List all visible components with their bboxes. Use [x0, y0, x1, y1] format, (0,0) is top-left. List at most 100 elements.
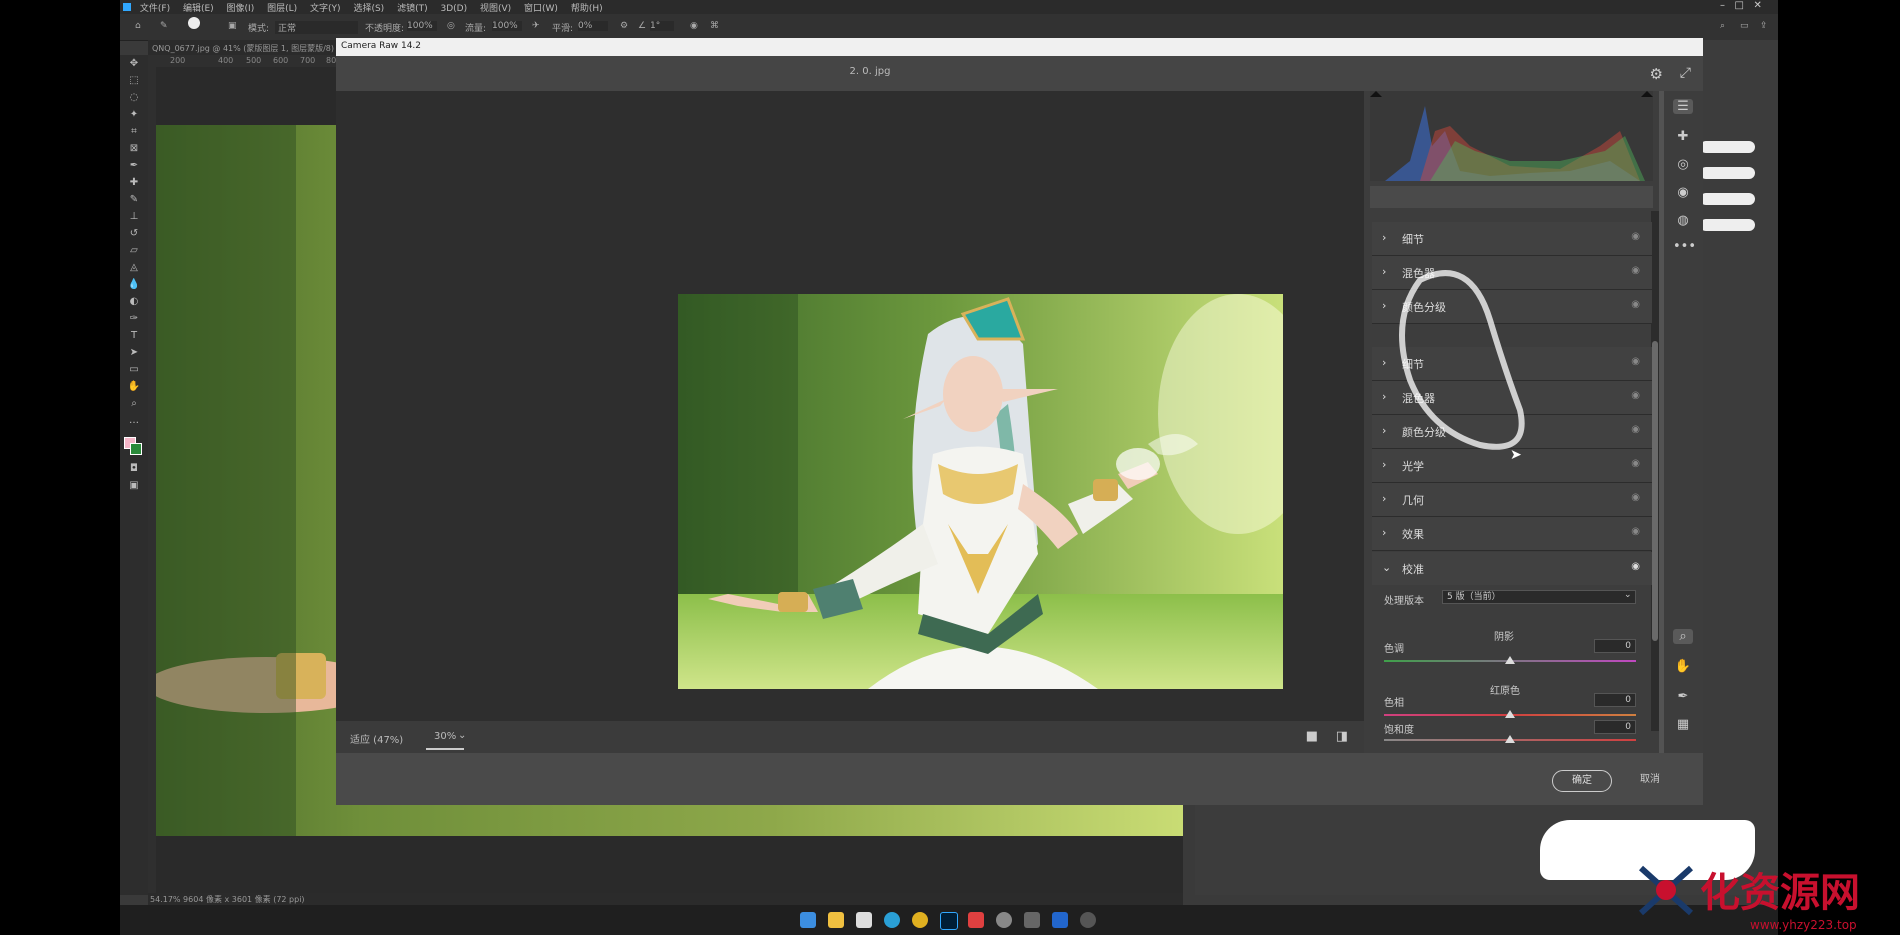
mask-icon[interactable]: ◎ — [1673, 157, 1693, 172]
menu-image[interactable]: 图像(I) — [227, 4, 255, 14]
red-hue-thumb[interactable] — [1505, 710, 1515, 718]
brush-preset[interactable] — [1700, 141, 1755, 153]
pressure-size-icon[interactable]: ◉ — [690, 21, 698, 31]
gear-icon[interactable]: ⚙ — [620, 21, 628, 31]
airbrush-icon[interactable]: ✈ — [532, 21, 540, 31]
move-tool-icon[interactable]: ✥ — [125, 58, 143, 72]
brush-tool-icon[interactable]: ✎ — [160, 21, 168, 31]
edge-icon[interactable] — [884, 912, 900, 928]
presets-icon[interactable]: ◍ — [1673, 213, 1693, 228]
brush-tool-side-icon[interactable]: ✎ — [125, 194, 143, 208]
ok-button[interactable]: 确定 — [1552, 770, 1612, 792]
red-saturation-input[interactable]: 0 — [1594, 720, 1636, 734]
smooth-input[interactable]: 0% — [578, 21, 608, 31]
shadow-tint-input[interactable]: 0 — [1594, 639, 1636, 653]
more-options-icon[interactable]: ••• — [1673, 239, 1696, 254]
brush-panel-icon[interactable]: ▣ — [228, 21, 237, 31]
pen-tool-icon[interactable]: ✑ — [125, 313, 143, 327]
section-detail[interactable]: › 细节 ◉ — [1372, 222, 1652, 256]
eye-icon[interactable]: ◉ — [1631, 299, 1640, 310]
eye-icon[interactable]: ◉ — [1631, 356, 1640, 367]
eye-icon[interactable]: ◉ — [1631, 231, 1640, 242]
blur-tool-icon[interactable]: 💧 — [125, 279, 143, 293]
section-calibration[interactable]: ⌄ 校准 ◉ — [1372, 552, 1652, 585]
red-hue-input[interactable]: 0 — [1594, 693, 1636, 707]
dodge-tool-icon[interactable]: ◐ — [125, 296, 143, 310]
search-icon[interactable]: ⌕ — [1720, 21, 1725, 31]
menu-file[interactable]: 文件(F) — [140, 4, 170, 14]
menu-select[interactable]: 选择(S) — [353, 4, 384, 14]
brush-preset[interactable] — [1700, 219, 1755, 231]
mode-select[interactable]: 正常 — [275, 21, 358, 34]
opacity-input[interactable]: 100% — [407, 21, 437, 31]
app-icon[interactable] — [1052, 912, 1068, 928]
screen-mode-icon[interactable]: ▣ — [125, 480, 143, 494]
frame-tool-icon[interactable]: ⊠ — [125, 143, 143, 157]
process-version-select[interactable]: 5 版（当前） — [1442, 590, 1636, 604]
shape-tool-icon[interactable]: ▭ — [125, 364, 143, 378]
workspace-icon[interactable]: ▭ — [1740, 21, 1749, 31]
app-icon[interactable] — [996, 912, 1012, 928]
minimize-icon[interactable]: – — [1720, 0, 1725, 11]
edit-sliders-icon[interactable]: ☰ — [1673, 99, 1693, 114]
background-color-swatch[interactable] — [130, 443, 142, 455]
color-sampler-icon[interactable]: ✒ — [1673, 689, 1693, 704]
app-icon[interactable] — [1080, 912, 1096, 928]
panel-scroll-thumb[interactable] — [1652, 341, 1658, 641]
path-select-icon[interactable]: ➤ — [125, 347, 143, 361]
start-icon[interactable] — [800, 912, 816, 928]
hand-icon[interactable]: ✋ — [1673, 659, 1693, 674]
eye-icon[interactable]: ◉ — [1631, 492, 1640, 503]
flow-input[interactable]: 100% — [492, 21, 522, 31]
menu-type[interactable]: 文字(Y) — [310, 4, 341, 14]
settings-gear-icon[interactable]: ⚙ — [1650, 65, 1663, 83]
menu-3d[interactable]: 3D(D) — [440, 4, 467, 14]
pressure-opacity-icon[interactable]: ◎ — [447, 21, 455, 31]
section-effects[interactable]: › 效果 ◉ — [1372, 517, 1652, 551]
eye-icon[interactable]: ◉ — [1631, 526, 1640, 537]
menu-edit[interactable]: 编辑(E) — [183, 4, 214, 14]
section-geometry[interactable]: › 几何 ◉ — [1372, 483, 1652, 517]
eye-icon[interactable]: ◉ — [1631, 561, 1640, 572]
notepad-icon[interactable] — [856, 912, 872, 928]
symmetry-icon[interactable]: ⌘ — [710, 21, 719, 31]
photoshop-taskbar-icon[interactable] — [940, 912, 958, 930]
grid-icon[interactable]: ▦ — [1673, 717, 1693, 732]
close-icon[interactable]: ✕ — [1754, 0, 1762, 11]
menu-window[interactable]: 窗口(W) — [524, 4, 558, 14]
red-saturation-thumb[interactable] — [1505, 735, 1515, 743]
eye-icon[interactable]: ◉ — [1631, 390, 1640, 401]
quick-mask-icon[interactable]: ◘ — [125, 463, 143, 477]
crop-tool-icon[interactable]: ⌗ — [125, 126, 143, 140]
menu-view[interactable]: 视图(V) — [480, 4, 511, 14]
lasso-tool-icon[interactable]: ◌ — [125, 92, 143, 106]
menu-layer[interactable]: 图层(L) — [267, 4, 297, 14]
preview-image[interactable] — [678, 294, 1283, 689]
zoom-icon[interactable]: ⌕ — [1673, 629, 1693, 644]
zoom-tool-icon[interactable]: ⌕ — [125, 398, 143, 412]
angle-input[interactable]: 1° — [650, 21, 674, 31]
bucket-tool-icon[interactable]: ◬ — [125, 262, 143, 276]
eraser-tool-icon[interactable]: ▱ — [125, 245, 143, 259]
menu-help[interactable]: 帮助(H) — [571, 4, 603, 14]
app-icon[interactable] — [968, 912, 984, 928]
cancel-button[interactable]: 取消 — [1640, 770, 1660, 790]
marquee-tool-icon[interactable]: ⬚ — [125, 75, 143, 89]
before-after-icon[interactable]: ◨ — [1336, 729, 1348, 744]
chrome-icon[interactable] — [912, 912, 928, 928]
brush-preview-icon[interactable] — [188, 17, 200, 29]
eyedropper-icon[interactable]: ✒ — [125, 160, 143, 174]
eye-icon[interactable]: ◉ — [1631, 458, 1640, 469]
single-view-icon[interactable]: ■ — [1306, 729, 1318, 744]
more-tools-icon[interactable]: … — [125, 415, 143, 429]
hand-tool-icon[interactable]: ✋ — [125, 381, 143, 395]
brush-preset[interactable] — [1700, 193, 1755, 205]
shadow-tint-thumb[interactable] — [1505, 656, 1515, 664]
zoom-dropdown-icon[interactable]: ⌄ — [458, 730, 466, 741]
zoom-fit-label[interactable]: 适应 (47%) — [350, 731, 403, 746]
share-icon[interactable]: ⇪ — [1760, 21, 1768, 31]
file-explorer-icon[interactable] — [828, 912, 844, 928]
stamp-tool-icon[interactable]: ⊥ — [125, 211, 143, 225]
panel-scrollbar[interactable] — [1651, 211, 1659, 731]
maximize-icon[interactable]: □ — [1735, 0, 1744, 11]
